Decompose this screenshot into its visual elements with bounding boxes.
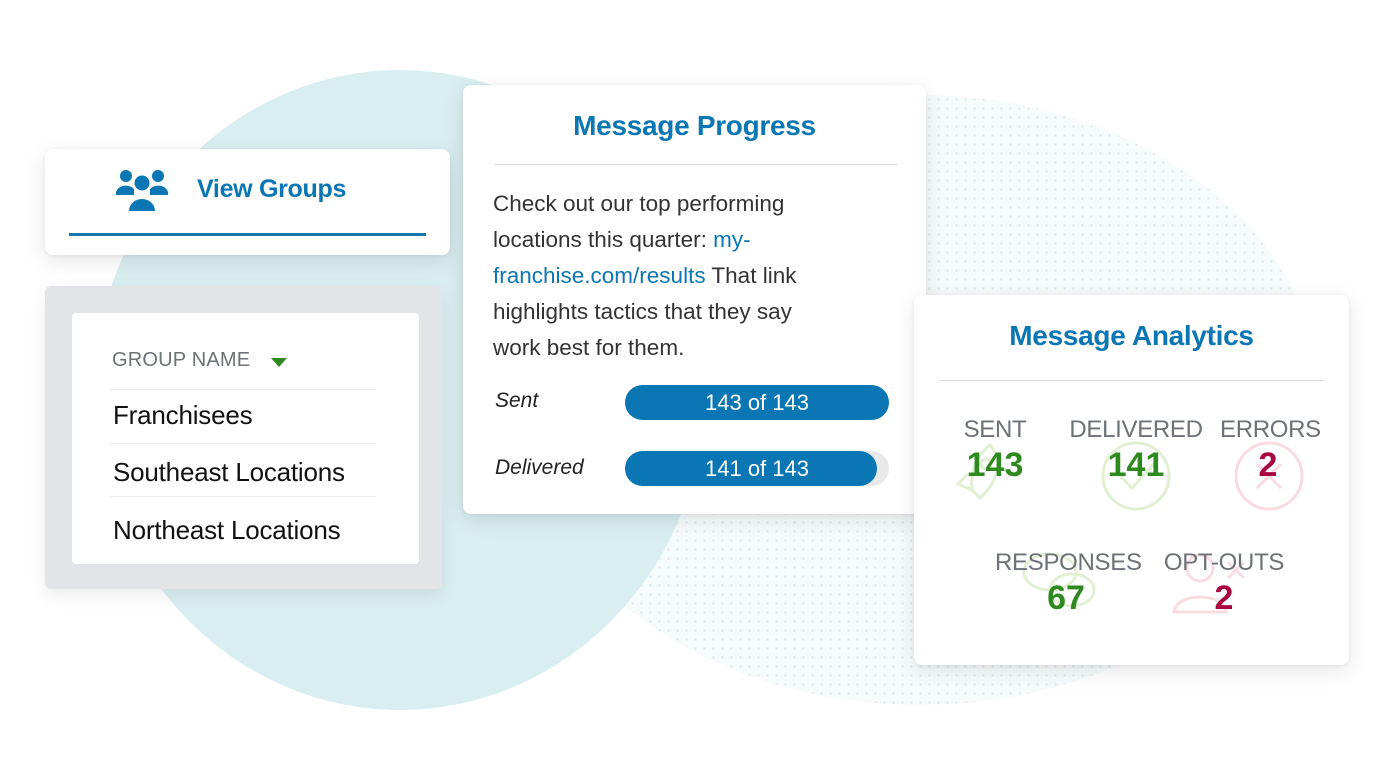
stat-value: 2	[1258, 446, 1278, 484]
delivered-progress-bar: 141 of 143	[625, 451, 889, 486]
stat-value: 67	[1047, 579, 1085, 617]
stat-label: ERRORS	[1220, 416, 1321, 443]
divider	[939, 380, 1324, 381]
message-body: Check out our top performing locations t…	[493, 186, 843, 366]
sent-progress-text: 143 of 143	[705, 390, 809, 415]
stat-opt-outs: OPT-OUTS 2	[1160, 549, 1288, 618]
table-row[interactable]: Franchisees	[110, 389, 376, 443]
stat-errors: ERRORS 2	[1220, 416, 1321, 485]
stat-label: DELIVERED	[1069, 416, 1203, 443]
users-icon	[115, 170, 169, 211]
group-name-column-header[interactable]: GROUP NAME	[112, 349, 250, 372]
delivered-label: Delivered	[495, 456, 584, 479]
table-row[interactable]: Southeast Locations	[110, 443, 376, 496]
stat-sent: SENT 143	[955, 416, 1035, 485]
view-groups-label[interactable]: View Groups	[197, 175, 346, 204]
stat-label: RESPONSES	[995, 549, 1142, 576]
delivered-progress-text: 141 of 143	[705, 456, 809, 481]
active-tab-underline	[69, 233, 426, 236]
stat-responses: RESPONSES 67	[995, 549, 1142, 618]
divider	[494, 164, 898, 165]
sent-progress-bar: 143 of 143	[625, 385, 889, 420]
caret-down-icon[interactable]	[271, 358, 287, 367]
stat-value: 141	[1107, 446, 1165, 484]
message-progress-title: Message Progress	[573, 110, 816, 141]
stat-value: 143	[966, 446, 1024, 484]
table-row[interactable]: Northeast Locations	[110, 496, 376, 556]
message-analytics-title: Message Analytics	[1009, 320, 1254, 351]
stat-label: OPT-OUTS	[1163, 549, 1285, 576]
stat-delivered: DELIVERED 141	[1066, 416, 1206, 485]
sent-label: Sent	[495, 389, 539, 412]
stat-label: SENT	[963, 416, 1027, 443]
stat-value: 2	[1214, 579, 1234, 617]
